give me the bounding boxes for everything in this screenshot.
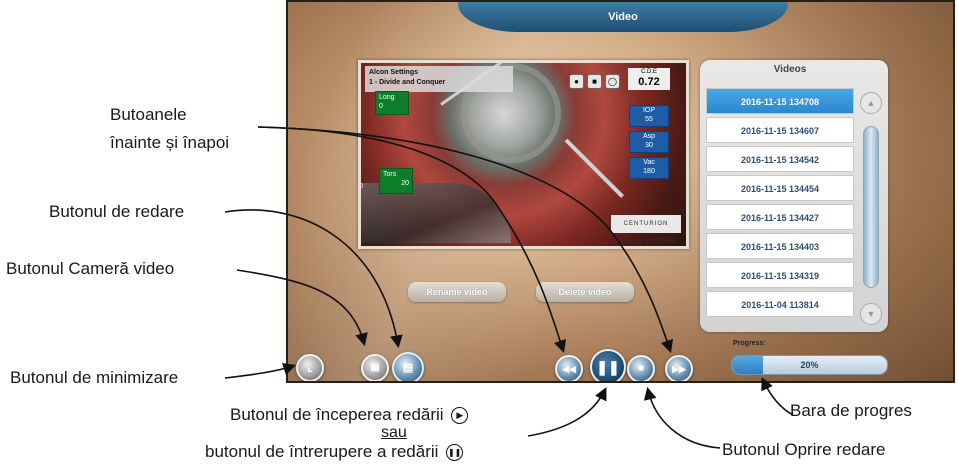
- playback-button[interactable]: ▤: [392, 352, 424, 381]
- camera-icon: ▣: [370, 362, 380, 373]
- play-circle-icon: ▶: [451, 407, 469, 425]
- rewind-button[interactable]: ◀◀: [555, 355, 583, 381]
- lens-icon: ◯: [605, 74, 620, 89]
- iop-label: IOP: [642, 107, 656, 114]
- arrow-pause: [527, 387, 607, 437]
- tors-value: 20: [401, 180, 409, 187]
- asp-label: Asp: [642, 133, 656, 140]
- progress-label: Progress:: [733, 340, 766, 347]
- record-icon: ●: [569, 74, 584, 89]
- arrow-progress: [761, 377, 794, 416]
- video-list-item[interactable]: 2016-11-15 134403: [706, 233, 854, 259]
- cde-label: C.D.E: [640, 69, 657, 75]
- video-list-item[interactable]: 2016-11-15 134319: [706, 262, 854, 288]
- videos-panel: Videos 2016-11-15 134708 2016-11-15 1346…: [700, 60, 888, 332]
- video-list-item[interactable]: 2016-11-15 134542: [706, 146, 854, 172]
- video-preview[interactable]: Alcon Settings 1 - Divide and Conquer Lo…: [358, 60, 689, 249]
- progress-value: 20%: [800, 360, 819, 370]
- video-list-item[interactable]: 2016-11-15 134454: [706, 175, 854, 201]
- rename-video-button[interactable]: Rename video: [408, 282, 506, 302]
- scroll-up-button[interactable]: ▲: [860, 92, 882, 114]
- tors-label: Tors: [383, 171, 397, 178]
- tors-indicator: Tors 20: [379, 168, 413, 194]
- overlay-icons: ● ■ ◯: [569, 71, 623, 89]
- video-list-item[interactable]: 2016-11-04 113814: [706, 291, 854, 317]
- tors-min: 0: [359, 183, 363, 190]
- stop-button[interactable]: ■: [627, 355, 655, 381]
- camera-button[interactable]: ▣: [361, 354, 389, 381]
- long-label: Long: [379, 94, 395, 101]
- fast-forward-button[interactable]: ▶▶: [665, 355, 693, 381]
- video-list-item[interactable]: 2016-11-15 134708: [706, 88, 854, 114]
- pause-button[interactable]: ❚❚: [590, 349, 626, 381]
- cde-value: 0.72: [638, 76, 660, 88]
- scrollbar-thumb[interactable]: [863, 126, 879, 288]
- annotation-or: sau: [381, 424, 407, 441]
- video-list-item[interactable]: 2016-11-15 134607: [706, 117, 854, 143]
- long-indicator: Long 0: [375, 91, 409, 115]
- annotation-forward-back-line1: Butoanele: [110, 105, 187, 124]
- iop-indicator: IOP 55: [629, 105, 669, 127]
- pause-icon: ❚❚: [596, 359, 620, 375]
- surgical-tool: [564, 138, 624, 198]
- annotation-start-playback: Butonul de începerea redării ▶: [230, 405, 469, 425]
- vac-value: 180: [643, 168, 655, 175]
- iop-value: 55: [645, 116, 653, 123]
- centurion-logo: CENTURION VISION SYSTEM: [611, 215, 681, 245]
- technique-label: 1 - Divide and Conquer: [369, 79, 446, 86]
- settings-overlay: Alcon Settings 1 - Divide and Conquer: [365, 66, 513, 92]
- annotation-progress-bar: Bara de progres: [790, 401, 912, 420]
- progress-bar: 20%: [731, 355, 888, 375]
- playback-icon: ▤: [402, 362, 414, 374]
- pause-circle-icon: ❚❚: [446, 444, 464, 462]
- arrow-stop: [643, 386, 721, 449]
- video-list-item[interactable]: 2016-11-15 134427: [706, 204, 854, 230]
- settings-title: Alcon Settings: [369, 69, 419, 76]
- videos-panel-title: Videos: [773, 64, 807, 75]
- annotation-pause: butonul de întrerupere a redării ❚❚: [205, 442, 464, 462]
- screen-title: Video: [458, 2, 788, 32]
- annotation-camera-button: Butonul Cameră video: [6, 259, 175, 278]
- minimize-button[interactable]: ⌞: [296, 354, 324, 381]
- fast-forward-icon: ▶▶: [672, 364, 686, 374]
- minimize-icon: ⌞: [307, 362, 313, 374]
- annotation-stop-button: Butonul Oprire redare: [722, 440, 886, 459]
- video-screen: Video Alcon Settings 1 - Divide and Conq…: [286, 0, 955, 383]
- square-icon: ■: [587, 74, 602, 89]
- delete-video-button[interactable]: Delete video: [536, 282, 634, 302]
- annotation-pause-text: butonul de întrerupere a redării: [205, 442, 439, 461]
- asp-value: 30: [645, 142, 653, 149]
- long-value: 0: [379, 103, 383, 110]
- rewind-icon: ◀◀: [562, 364, 576, 374]
- vac-indicator: Vac 180: [629, 157, 669, 179]
- annotation-minimize-button: Butonul de minimizare: [10, 368, 179, 387]
- arrow-minimize: [224, 362, 297, 379]
- cde-readout: C.D.E 0.72: [628, 68, 670, 90]
- vac-label: Vac: [643, 159, 655, 166]
- stop-icon: ■: [637, 363, 645, 374]
- annotation-forward-back-line2: înainte și înapoi: [110, 133, 230, 152]
- scroll-down-button[interactable]: ▼: [860, 303, 882, 325]
- annotation-play-button: Butonul de redare: [49, 202, 185, 221]
- asp-indicator: Asp 30: [629, 131, 669, 153]
- annotation-start-playback-text: Butonul de începerea redării: [230, 405, 444, 424]
